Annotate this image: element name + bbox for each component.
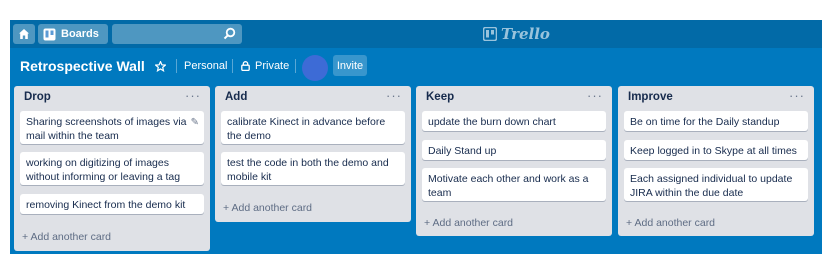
list-header[interactable]: Drop ··· [14, 86, 210, 110]
card-title: removing Kinect from the demo kit [26, 199, 186, 211]
team-label: Personal [184, 60, 228, 72]
list-menu-icon[interactable]: ··· [185, 88, 201, 103]
card-title: working on digitizing of images without … [26, 157, 181, 183]
card-title: Each assigned individual to update JIRA … [630, 173, 793, 199]
visibility-label: Private [255, 60, 290, 72]
list-header[interactable]: Add ··· [215, 86, 411, 110]
card-title: Motivate each other and work as a team [428, 173, 589, 199]
lock-icon [241, 61, 250, 71]
list-card[interactable]: Each assigned individual to update JIRA … [624, 168, 808, 201]
add-card-button[interactable]: + Add another card [22, 231, 111, 243]
visibility-button[interactable]: Private [241, 56, 289, 76]
list-card[interactable]: Keep logged in to Skype at all times [624, 140, 808, 160]
list-card[interactable]: removing Kinect from the demo kit [20, 194, 204, 214]
star-board-button[interactable] [150, 56, 170, 76]
list-title[interactable]: Improve [628, 91, 673, 103]
list-card[interactable]: Motivate each other and work as a team [422, 168, 606, 201]
card-title: Be on time for the Daily standup [630, 116, 780, 128]
list-header[interactable]: Improve ··· [618, 86, 814, 110]
boards-icon [43, 28, 56, 40]
star-icon [154, 60, 166, 72]
list-menu-icon[interactable]: ··· [386, 88, 402, 103]
trello-logo-text: Trello [501, 25, 550, 43]
card-title: Daily Stand up [428, 145, 497, 157]
list-title[interactable]: Add [225, 91, 247, 103]
card-title: calibrate Kinect in advance before the d… [227, 116, 386, 142]
pencil-icon[interactable]: ✎ [191, 116, 199, 130]
header-divider [176, 59, 177, 73]
avatar[interactable] [302, 55, 328, 81]
list-improve: Improve ··· Be on time for the Daily sta… [618, 86, 814, 236]
add-card-button[interactable]: + Add another card [424, 217, 513, 229]
team-button[interactable]: Personal [184, 56, 227, 76]
card-title: update the burn down chart [428, 116, 556, 128]
top-nav-bar: Boards Trello [10, 20, 822, 48]
home-button[interactable] [13, 24, 35, 44]
search-input[interactable] [112, 24, 242, 44]
list-menu-icon[interactable]: ··· [587, 88, 603, 103]
list-title[interactable]: Keep [426, 91, 454, 103]
header-divider [232, 59, 233, 73]
list-card[interactable]: update the burn down chart [422, 111, 606, 131]
search-icon[interactable] [223, 27, 236, 40]
invite-button[interactable]: Invite [333, 55, 367, 76]
list-add: Add ··· calibrate Kinect in advance befo… [215, 86, 411, 222]
board-canvas: Retrospective Wall Personal Private Invi… [10, 48, 822, 254]
list-menu-icon[interactable]: ··· [789, 88, 805, 103]
trello-logo[interactable]: Trello [483, 25, 550, 43]
boards-label: Boards [61, 28, 99, 40]
board-title[interactable]: Retrospective Wall [20, 58, 145, 74]
add-card-button[interactable]: + Add another card [626, 217, 715, 229]
list-keep: Keep ··· update the burn down chart Dail… [416, 86, 612, 236]
card-title: Sharing screenshots of images via mail w… [26, 116, 187, 142]
list-card[interactable]: working on digitizing of images without … [20, 152, 204, 185]
card-title: test the code in both the demo and mobil… [227, 157, 389, 183]
header-divider [295, 59, 296, 73]
list-drop: Drop ··· Sharing screenshots of images v… [14, 86, 210, 251]
board-header: Retrospective Wall Personal Private Invi… [10, 48, 822, 84]
list-card[interactable]: Daily Stand up [422, 140, 606, 160]
card-title: Keep logged in to Skype at all times [630, 145, 797, 157]
list-card[interactable]: test the code in both the demo and mobil… [221, 152, 405, 185]
boards-button[interactable]: Boards [38, 24, 108, 44]
list-card[interactable]: Sharing screenshots of images via mail w… [20, 111, 204, 144]
add-card-button[interactable]: + Add another card [223, 202, 312, 214]
list-header[interactable]: Keep ··· [416, 86, 612, 110]
trello-logo-icon [483, 27, 497, 41]
list-card[interactable]: calibrate Kinect in advance before the d… [221, 111, 405, 144]
home-icon [19, 29, 29, 39]
list-title[interactable]: Drop [24, 91, 51, 103]
list-card[interactable]: Be on time for the Daily standup [624, 111, 808, 131]
